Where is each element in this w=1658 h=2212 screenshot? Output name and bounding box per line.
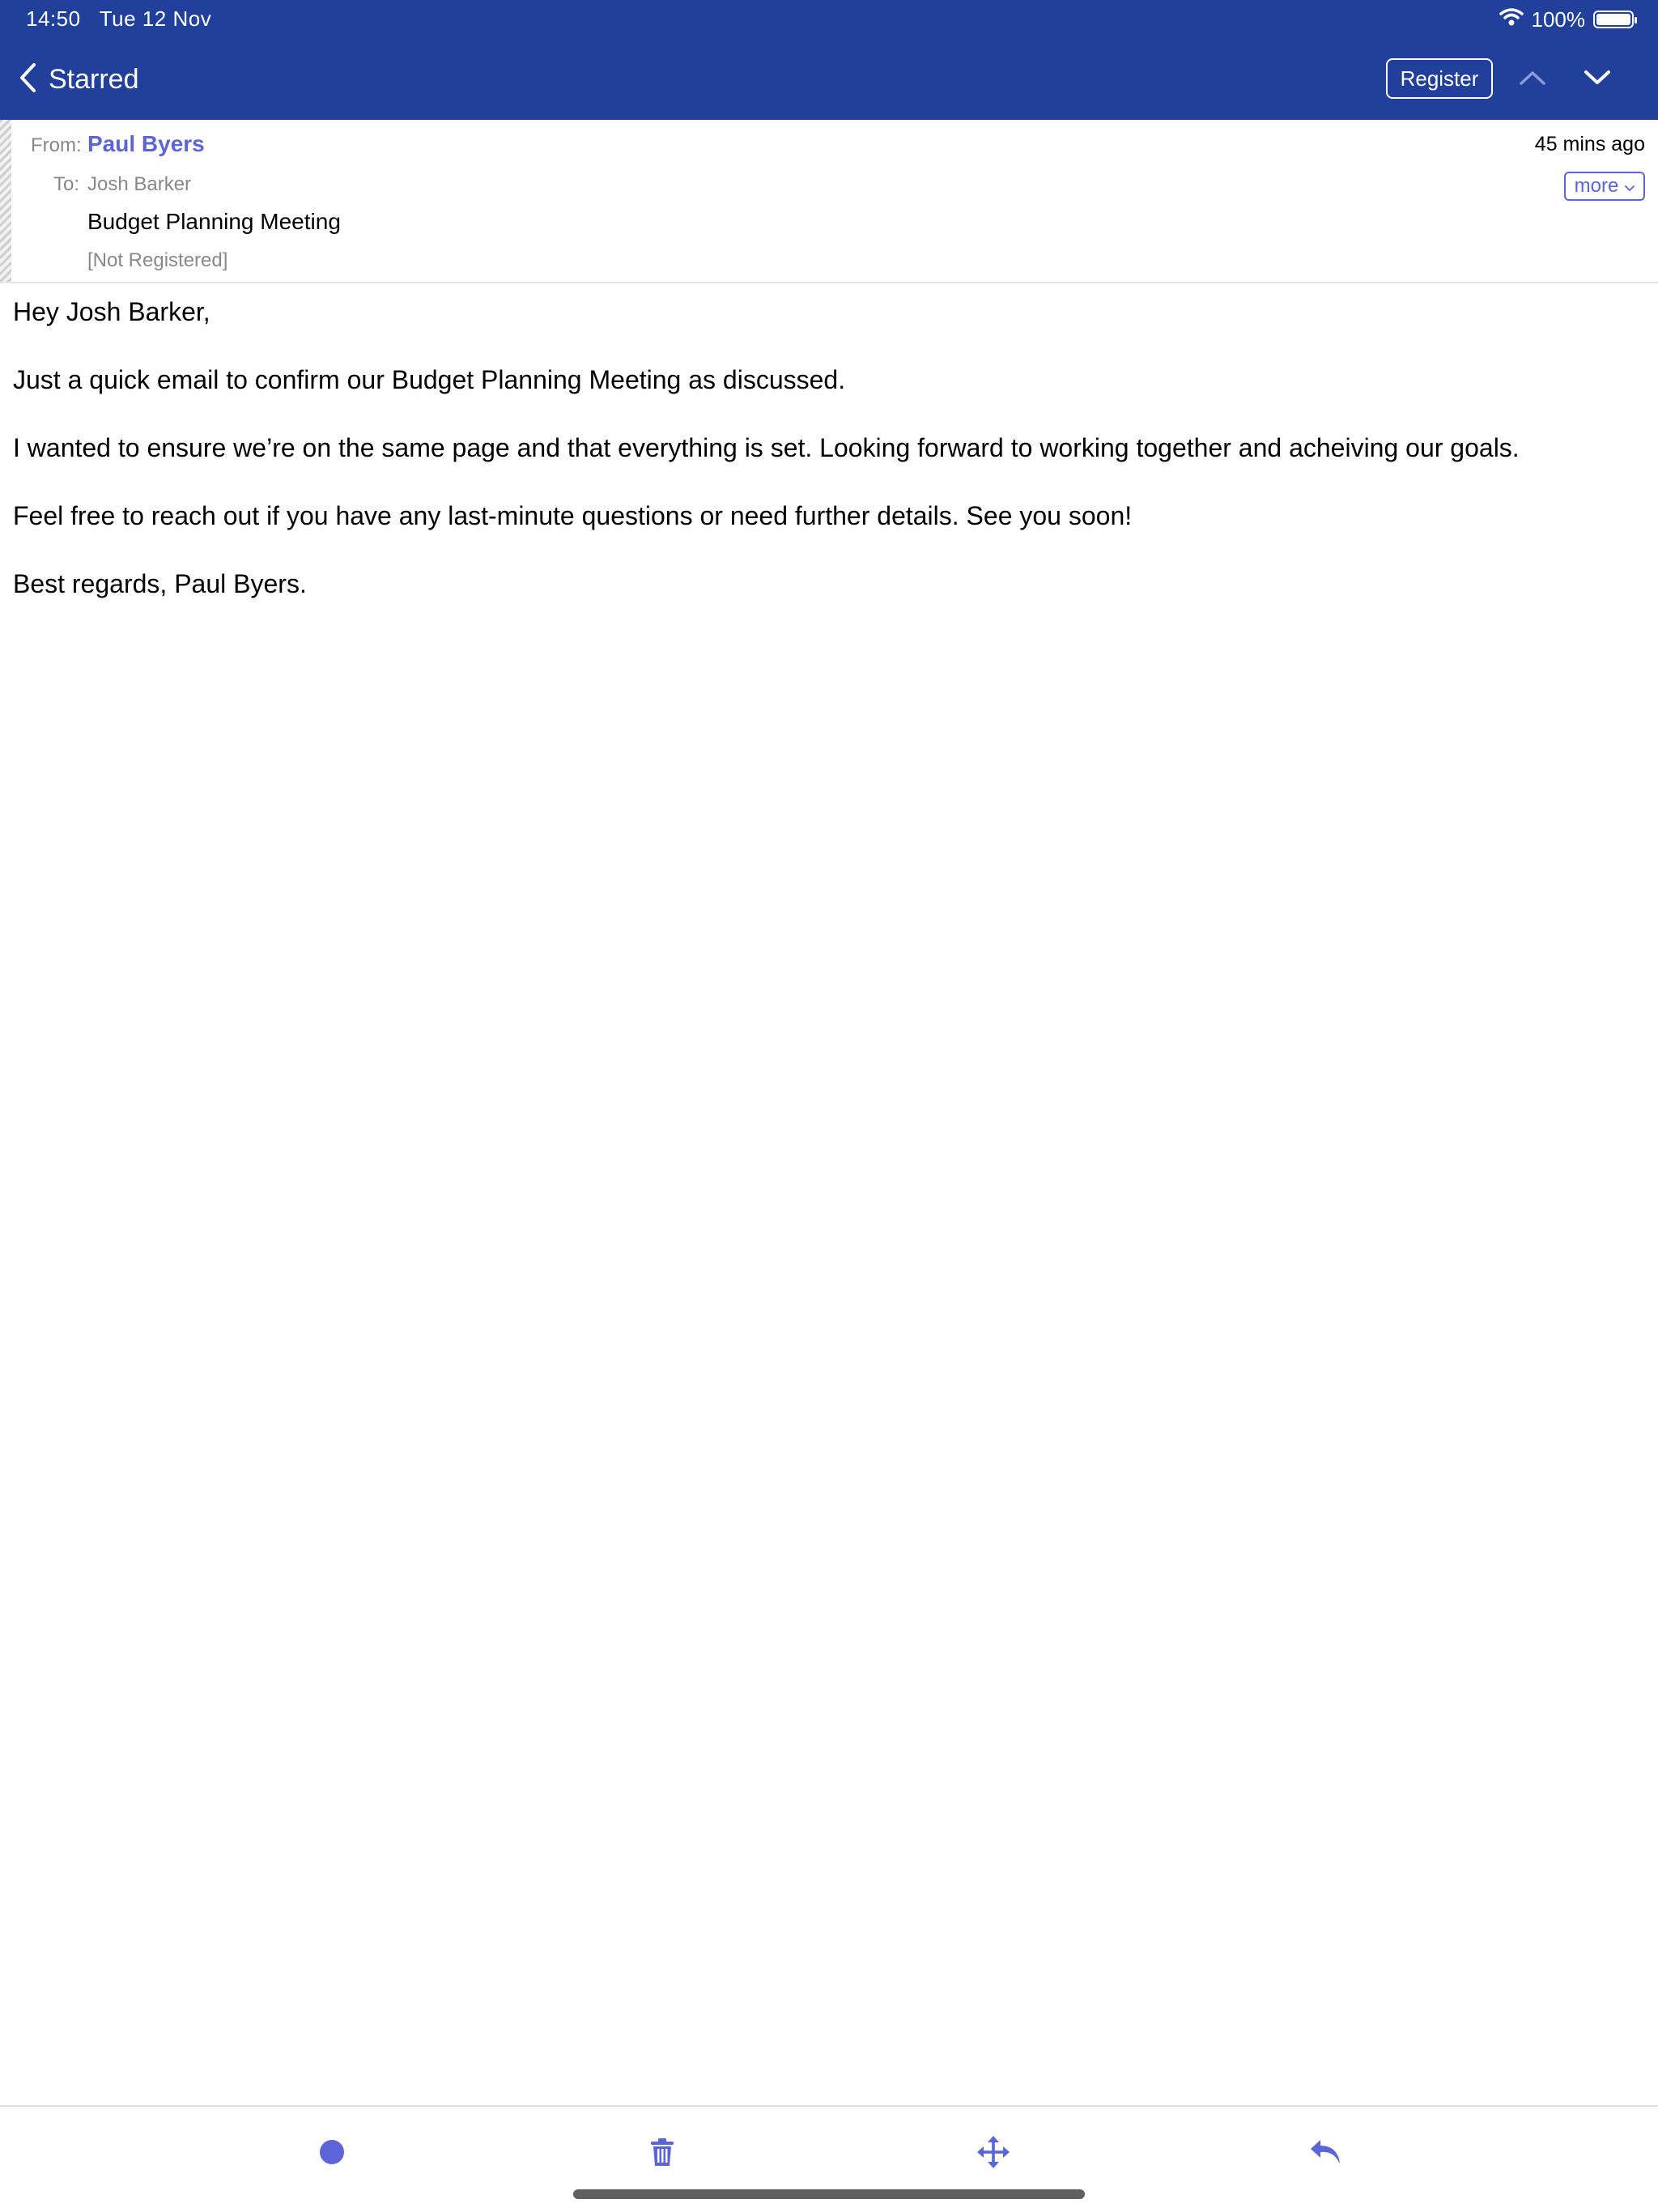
- wifi-icon: [1499, 7, 1524, 32]
- body-paragraph: Feel free to reach out if you have any l…: [13, 501, 1133, 530]
- email-timestamp: 45 mins ago: [1534, 133, 1645, 155]
- move-icon: [977, 2135, 1010, 2172]
- trash-icon: [650, 2138, 674, 2171]
- email-header: From: Paul Byers To: Josh Barker Budget …: [0, 120, 1658, 283]
- header-stripe: [0, 120, 11, 282]
- body-paragraph: Hey Josh Barker,: [13, 297, 210, 326]
- recipient-name[interactable]: Josh Barker: [87, 173, 191, 196]
- sender-name[interactable]: Paul Byers: [87, 131, 205, 157]
- battery-percent: 100%: [1531, 6, 1586, 32]
- delete-button[interactable]: [638, 2129, 687, 2178]
- move-button[interactable]: [969, 2129, 1018, 2178]
- from-label: From:: [31, 134, 82, 156]
- more-label: more: [1574, 175, 1619, 197]
- next-message-button[interactable]: [1579, 62, 1615, 97]
- status-indicators: 100%: [1499, 5, 1637, 34]
- register-button[interactable]: Register: [1386, 58, 1493, 99]
- status-clock: 14:50 Tue 12 Nov: [26, 6, 211, 32]
- email-detail-screen: 14:50 Tue 12 Nov 100% Starred Register F…: [0, 0, 1658, 2212]
- more-button[interactable]: more: [1564, 172, 1645, 201]
- mark-unread-button[interactable]: [308, 2129, 356, 2178]
- chevron-down-icon: [1584, 69, 1611, 91]
- top-bar: 14:50 Tue 12 Nov 100% Starred Register: [0, 0, 1658, 120]
- home-indicator[interactable]: [573, 2189, 1085, 2199]
- chevron-left-icon: [18, 62, 37, 98]
- body-paragraph: Just a quick email to confirm our Budget…: [13, 365, 846, 394]
- chevron-down-small-icon: [1625, 175, 1635, 198]
- body-paragraph: I wanted to ensure we’re on the same pag…: [13, 433, 1520, 462]
- email-body: Hey Josh Barker, Just a quick email to c…: [13, 296, 1632, 636]
- status-date: Tue 12 Nov: [99, 6, 212, 31]
- back-label: Starred: [49, 63, 139, 95]
- back-button[interactable]: Starred: [18, 58, 139, 100]
- reply-icon: [1309, 2138, 1341, 2170]
- chevron-up-icon: [1519, 69, 1546, 91]
- unread-dot-icon: [318, 2138, 346, 2170]
- reply-button[interactable]: [1301, 2129, 1350, 2178]
- previous-message-button[interactable]: [1515, 62, 1550, 97]
- registration-status: [Not Registered]: [87, 249, 228, 271]
- to-label: To:: [53, 173, 80, 195]
- status-time: 14:50: [26, 6, 81, 31]
- email-subject: Budget Planning Meeting: [87, 209, 341, 234]
- body-paragraph: Best regards, Paul Byers.: [13, 569, 307, 598]
- battery-icon: [1593, 11, 1637, 28]
